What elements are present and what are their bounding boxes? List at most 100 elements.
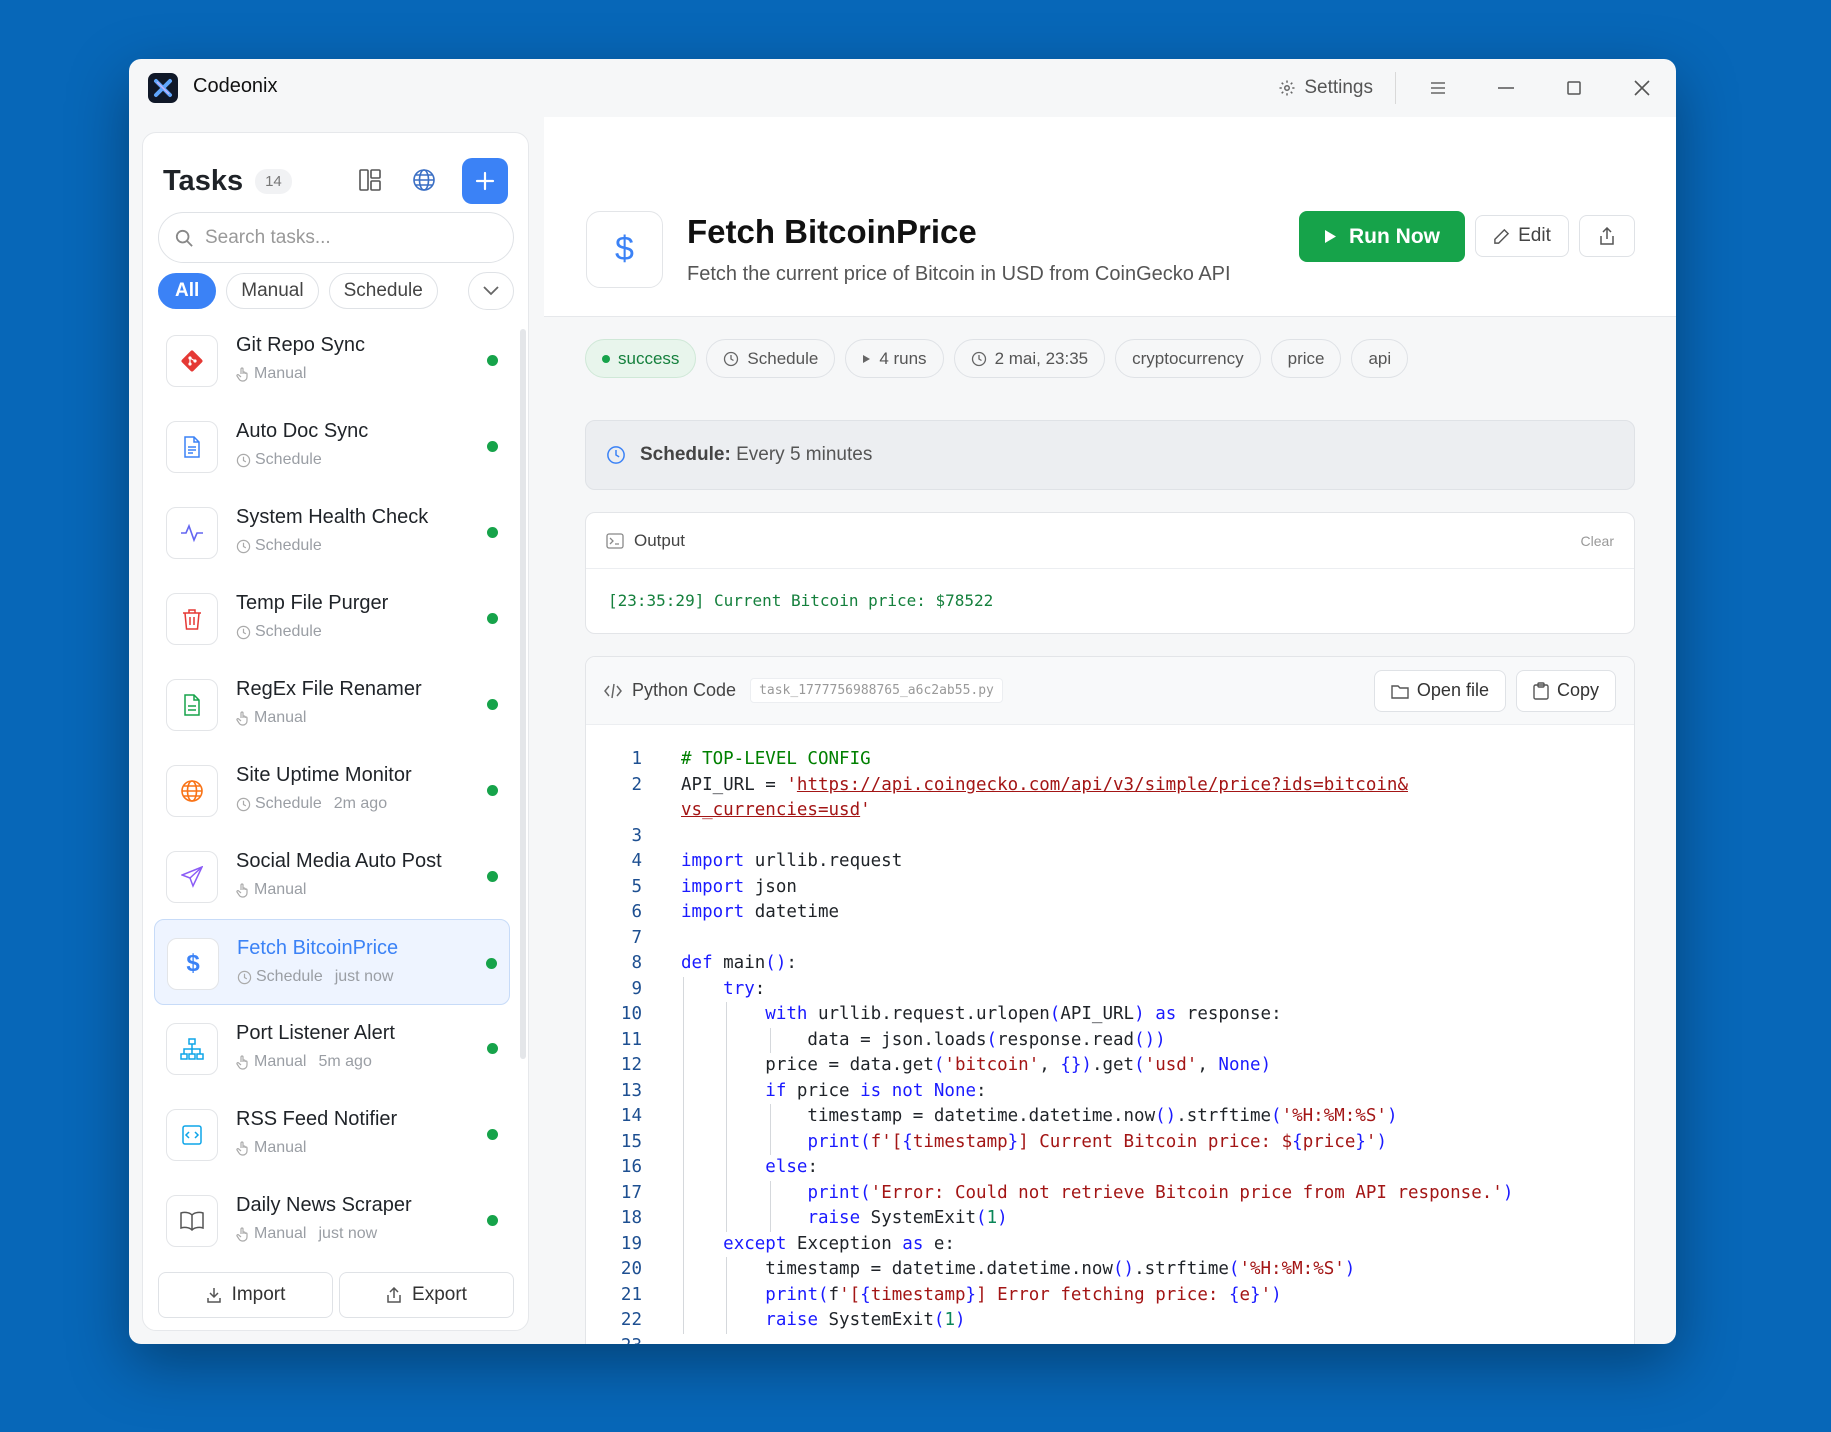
code-line: 22 raise SystemExit(1) bbox=[586, 1308, 1634, 1334]
tag-price: price bbox=[1270, 339, 1342, 378]
titlebar-divider bbox=[1395, 72, 1396, 104]
filter-manual[interactable]: Manual bbox=[226, 273, 319, 309]
hamburger-icon bbox=[1431, 82, 1445, 94]
status-dot bbox=[487, 1129, 498, 1140]
task-name: Social Media Auto Post bbox=[236, 850, 442, 872]
code-line: 7 bbox=[631, 927, 642, 948]
file-icon bbox=[166, 679, 218, 731]
clock-icon bbox=[607, 446, 625, 464]
sidebar-footer: Import Export bbox=[158, 1272, 514, 1318]
settings-label: Settings bbox=[1304, 77, 1373, 98]
code-line: vs_currencies=usd' bbox=[681, 800, 871, 820]
task-trigger: Manual bbox=[254, 709, 307, 726]
more-filters-button[interactable] bbox=[468, 272, 514, 310]
code-line: 19 except Exception as e: bbox=[586, 1231, 1634, 1257]
status-dot bbox=[487, 355, 498, 366]
schedule-value: Every 5 minutes bbox=[736, 444, 873, 465]
clock-icon bbox=[724, 351, 739, 366]
import-button[interactable]: Import bbox=[158, 1272, 333, 1318]
task-last-run: 5m ago bbox=[318, 1053, 372, 1070]
gear-icon bbox=[1279, 80, 1295, 96]
trigger-tag: Schedule bbox=[706, 339, 836, 378]
task-item-site-uptime-monitor[interactable]: Site Uptime Monitor Schedule 2m ago bbox=[154, 747, 510, 833]
layout-toggle-button[interactable] bbox=[348, 158, 392, 202]
send-icon bbox=[166, 851, 218, 903]
filter-all[interactable]: All bbox=[158, 273, 217, 309]
task-last-run: just now bbox=[318, 1225, 378, 1242]
close-button[interactable] bbox=[1608, 59, 1676, 117]
maximize-button[interactable] bbox=[1540, 59, 1608, 117]
export-button[interactable]: Export bbox=[339, 1272, 514, 1318]
task-name: Site Uptime Monitor bbox=[236, 764, 412, 786]
task-name: RegEx File Renamer bbox=[236, 678, 422, 700]
document-icon bbox=[166, 421, 218, 473]
task-item-system-health-check[interactable]: System Health Check Schedule bbox=[154, 489, 510, 575]
task-tags: success Schedule 4 runs 2 mai, 23:35 cry… bbox=[585, 339, 1409, 378]
code-line: 6 import datetime bbox=[631, 902, 840, 922]
task-trigger: Schedule bbox=[255, 623, 322, 640]
edit-label: Edit bbox=[1518, 225, 1551, 246]
clock-icon bbox=[236, 539, 251, 553]
task-name: Temp File Purger bbox=[236, 592, 389, 614]
task-item-regex-file-renamer[interactable]: RegEx File Renamer Manual bbox=[154, 661, 510, 747]
layout-icon bbox=[359, 169, 381, 191]
clock-icon bbox=[236, 453, 251, 467]
app-logo-icon bbox=[148, 73, 178, 103]
add-task-button[interactable] bbox=[462, 158, 508, 204]
clock-icon bbox=[236, 625, 251, 639]
hand-pointer-icon bbox=[236, 1140, 248, 1156]
task-item-auto-doc-sync[interactable]: Auto Doc Sync Schedule bbox=[154, 403, 510, 489]
run-now-button[interactable]: Run Now bbox=[1299, 211, 1465, 262]
task-item-port-listener-alert[interactable]: Port Listener Alert Manual 5m ago bbox=[154, 1005, 510, 1091]
code-line: 17 print('Error: Could not retrieve Bitc… bbox=[586, 1180, 1634, 1206]
task-meta: Manual bbox=[236, 881, 306, 899]
edit-button[interactable]: Edit bbox=[1475, 215, 1569, 257]
task-item-fetch-bitcoinprice[interactable]: $ Fetch BitcoinPrice Schedule just now bbox=[154, 919, 510, 1005]
task-item-daily-news-scraper[interactable]: Daily News Scraper Manual just now bbox=[154, 1177, 510, 1254]
open-file-label: Open file bbox=[1416, 680, 1489, 700]
output-panel: Output Clear [23:35:29] Current Bitcoin … bbox=[585, 512, 1635, 634]
status-badge: success bbox=[585, 339, 697, 378]
code-file-icon bbox=[166, 1109, 218, 1161]
clock-icon bbox=[971, 351, 986, 366]
minimize-button[interactable] bbox=[1472, 59, 1540, 117]
task-list: Git Repo Sync Manual Auto Doc Sync Sched… bbox=[154, 329, 510, 1254]
task-meta: Manual bbox=[236, 1139, 306, 1157]
task-last-run: 2m ago bbox=[333, 795, 388, 812]
clock-icon bbox=[237, 970, 252, 984]
task-trigger: Manual bbox=[254, 1225, 307, 1242]
task-item-social-media-auto-post[interactable]: Social Media Auto Post Manual bbox=[154, 833, 510, 919]
task-trigger: Manual bbox=[254, 365, 307, 382]
task-meta: Schedule bbox=[236, 623, 322, 641]
close-icon bbox=[1634, 80, 1650, 96]
share-button[interactable] bbox=[1579, 215, 1635, 257]
clipboard-icon bbox=[1533, 681, 1549, 700]
copy-button[interactable]: Copy bbox=[1515, 669, 1616, 712]
search-input[interactable] bbox=[205, 226, 485, 249]
settings-button[interactable]: Settings bbox=[1264, 68, 1387, 108]
open-file-button[interactable]: Open file bbox=[1373, 669, 1506, 712]
menu-button[interactable] bbox=[1404, 59, 1472, 117]
book-icon bbox=[166, 1195, 218, 1247]
task-count-badge: 14 bbox=[255, 168, 292, 194]
task-item-rss-feed-notifier[interactable]: RSS Feed Notifier Manual bbox=[154, 1091, 510, 1177]
status-dot bbox=[487, 1043, 498, 1054]
task-item-temp-file-purger[interactable]: Temp File Purger Schedule bbox=[154, 575, 510, 661]
code-panel: Python Code task_1777756988765_a6c2ab55.… bbox=[585, 656, 1635, 1344]
trash-icon bbox=[166, 593, 218, 645]
globe-button[interactable] bbox=[402, 158, 446, 202]
filter-schedule[interactable]: Schedule bbox=[328, 273, 438, 309]
status-dot bbox=[487, 1215, 498, 1226]
task-list-scrollbar[interactable] bbox=[520, 329, 526, 1059]
task-detail-panel: $ Fetch BitcoinPrice Fetch the current p… bbox=[544, 117, 1676, 1344]
code-line: 5 import json bbox=[631, 876, 797, 897]
code-editor[interactable]: 1 # TOP-LEVEL CONFIG 2 API_URL = 'https://… bbox=[586, 747, 1634, 1344]
code-line: 21 print(f'[{timestamp}] Error fetching … bbox=[586, 1282, 1634, 1308]
search-box bbox=[158, 212, 514, 263]
play-icon bbox=[863, 354, 871, 363]
task-item-git-repo-sync[interactable]: Git Repo Sync Manual bbox=[154, 329, 510, 403]
tag-api: api bbox=[1351, 339, 1409, 378]
hand-pointer-icon bbox=[236, 1226, 248, 1242]
clear-output-button[interactable]: Clear bbox=[1581, 533, 1614, 549]
runs-label: 4 runs bbox=[879, 348, 927, 368]
